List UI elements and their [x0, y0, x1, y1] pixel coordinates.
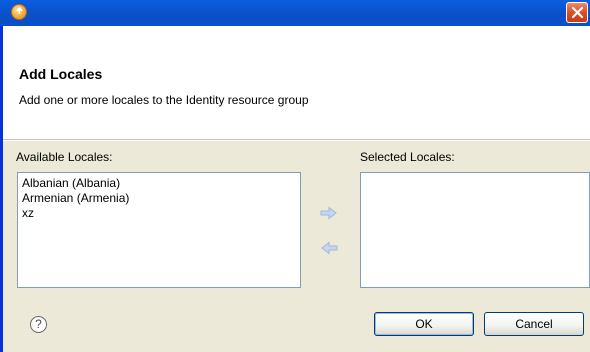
close-button[interactable] [566, 2, 588, 23]
window-left-border [0, 26, 3, 352]
add-locale-button[interactable] [320, 206, 338, 220]
arrow-right-icon [320, 206, 337, 220]
available-locales-label: Available Locales: [16, 150, 113, 164]
dialog-title: Add Locales [19, 66, 103, 82]
selected-locales-list[interactable] [360, 172, 590, 288]
list-item[interactable]: xz [22, 206, 296, 221]
available-locales-list[interactable]: Albanian (Albania) Armenian (Armenia) xz [17, 172, 301, 288]
list-item[interactable]: Albanian (Albania) [22, 176, 296, 191]
arrow-left-icon [321, 241, 338, 255]
selected-locales-label: Selected Locales: [360, 150, 455, 164]
add-locales-dialog: Add Locales Add one or more locales to t… [0, 0, 590, 352]
header-banner: Add Locales Add one or more locales to t… [0, 26, 590, 140]
ok-button[interactable]: OK [374, 312, 474, 336]
dialog-description: Add one or more locales to the Identity … [19, 93, 309, 107]
app-icon [11, 4, 27, 20]
help-icon[interactable]: ? [30, 316, 47, 333]
title-bar[interactable] [0, 0, 590, 26]
close-icon [571, 6, 584, 19]
cancel-button[interactable]: Cancel [484, 312, 584, 336]
remove-locale-button[interactable] [320, 241, 338, 255]
list-item[interactable]: Armenian (Armenia) [22, 191, 296, 206]
